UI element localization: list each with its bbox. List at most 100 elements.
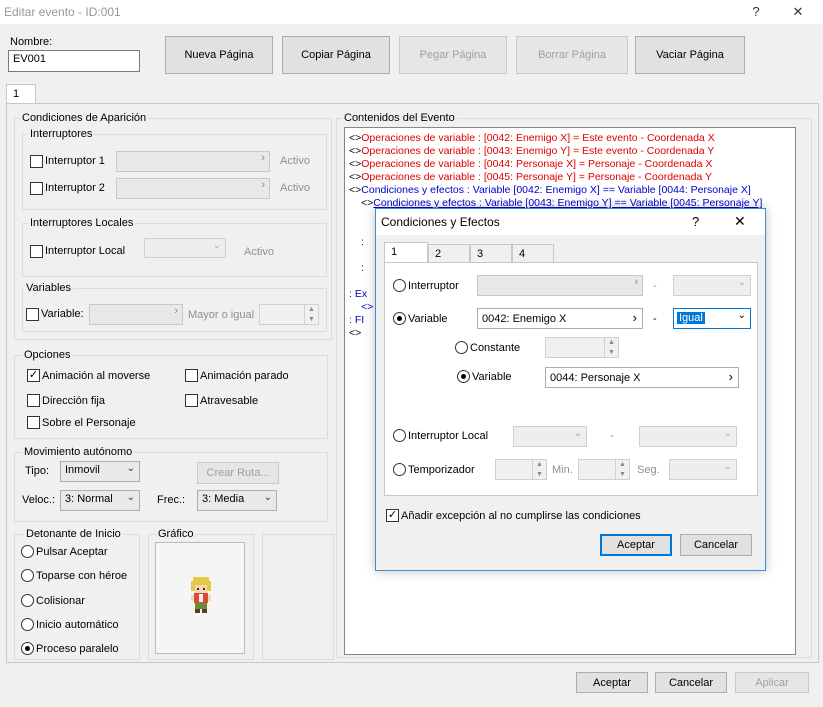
list-item[interactable]: <> xyxy=(361,301,373,313)
switch2-selector[interactable]: › xyxy=(116,178,270,199)
create-route-button[interactable]: Crear Ruta... xyxy=(197,462,279,484)
spin-down-icon[interactable]: ▼ xyxy=(604,347,618,357)
dialog-tab-2[interactable]: 2 xyxy=(428,244,470,262)
apply-button[interactable]: Aplicar xyxy=(735,672,809,693)
local-switch-radio[interactable] xyxy=(393,429,406,442)
name-input[interactable]: EV001 xyxy=(8,50,140,72)
paste-page-button[interactable]: Pegar Página xyxy=(399,36,507,74)
list-item[interactable]: <> xyxy=(349,327,361,339)
trigger-label-2: Colisionar xyxy=(36,595,85,607)
spin-down-icon[interactable]: ▼ xyxy=(304,314,318,324)
variable2-selector-input[interactable]: 0044: Personaje X › xyxy=(545,367,739,388)
switch1-selector[interactable]: › xyxy=(116,151,270,172)
constant-spinner[interactable]: ▲ ▼ xyxy=(545,337,619,358)
step-anim-checkbox[interactable] xyxy=(185,369,198,382)
timer-compare-combo[interactable]: ⌄ xyxy=(669,459,737,480)
list-item[interactable]: : xyxy=(361,236,364,248)
switch2-checkbox[interactable] xyxy=(30,182,43,195)
variable-value-spinner[interactable]: ▲ ▼ xyxy=(259,304,319,325)
trigger-radio-3[interactable] xyxy=(21,618,34,631)
clear-page-button[interactable]: Vaciar Página xyxy=(635,36,745,74)
switch-radio[interactable] xyxy=(393,279,406,292)
dialog-ok-button[interactable]: Aceptar xyxy=(600,534,672,556)
copy-page-button[interactable]: Copiar Página xyxy=(282,36,390,74)
spin-up-icon[interactable]: ▲ xyxy=(304,305,318,315)
spin-down-icon[interactable]: ▼ xyxy=(615,469,629,479)
dialog-close-button[interactable]: ✕ xyxy=(734,213,746,230)
spin-up-icon[interactable]: ▲ xyxy=(532,460,546,470)
timer-sec-spinner[interactable]: ▲ ▼ xyxy=(578,459,630,480)
variable-checkbox[interactable] xyxy=(26,308,39,321)
list-item[interactable]: : FI xyxy=(349,314,364,326)
variable-radio[interactable] xyxy=(393,312,406,325)
type-value: Inmovil xyxy=(65,464,100,476)
title-bar: Editar evento - ID:001 ? ✕ xyxy=(0,0,823,24)
constant-radio[interactable] xyxy=(455,341,468,354)
list-item[interactable]: <>Operaciones de variable : [0044: Perso… xyxy=(349,158,712,170)
local-switch-combo-d[interactable]: ⌄ xyxy=(513,426,587,447)
dialog-cancel-button[interactable]: Cancelar xyxy=(680,534,752,556)
dialog-tab-1[interactable]: 1 xyxy=(384,242,428,262)
chevron-right-icon: › xyxy=(728,369,733,384)
dialog-tab-4[interactable]: 4 xyxy=(512,244,554,262)
spin-down-icon[interactable]: ▼ xyxy=(532,469,546,479)
operator-value: Igual xyxy=(677,312,705,324)
local-switch-state-combo[interactable]: ⌄ xyxy=(639,426,737,447)
above-char-checkbox[interactable] xyxy=(27,416,40,429)
through-checkbox[interactable] xyxy=(185,394,198,407)
cancel-button[interactable]: Cancelar xyxy=(655,672,727,693)
switch-selector[interactable]: › xyxy=(477,275,643,296)
variable-selector[interactable]: › xyxy=(89,304,183,325)
trigger-radio-2[interactable] xyxy=(21,594,34,607)
chevron-down-icon: ⌄ xyxy=(723,428,732,439)
type-combo[interactable]: Inmovil ⌄ xyxy=(60,461,140,482)
dialog-help-button[interactable]: ? xyxy=(692,214,699,229)
walk-anim-checkbox[interactable]: ✓ xyxy=(27,369,40,382)
list-item[interactable]: <>Operaciones de variable : [0045: Perso… xyxy=(349,171,712,183)
chevron-down-icon: ⌄ xyxy=(737,310,746,321)
delete-page-button[interactable]: Borrar Página xyxy=(516,36,628,74)
help-button[interactable]: ? xyxy=(740,2,772,22)
timer-label: Temporizador xyxy=(408,464,475,476)
dialog-tab-3[interactable]: 3 xyxy=(470,244,512,262)
trigger-radio-0[interactable] xyxy=(21,545,34,558)
switch1-checkbox[interactable] xyxy=(30,155,43,168)
trigger-label-1: Toparse con héroe xyxy=(36,570,128,582)
variable-selector-input[interactable]: 0042: Enemigo X › xyxy=(477,308,643,329)
spin-up-icon[interactable]: ▲ xyxy=(604,338,618,348)
local-switch-checkbox[interactable] xyxy=(30,245,43,258)
list-item[interactable]: <>Operaciones de variable : [0042: Enemi… xyxy=(349,132,715,144)
timer-radio[interactable] xyxy=(393,463,406,476)
step-anim-label: Animación parado xyxy=(200,370,289,382)
new-page-button[interactable]: Nueva Página xyxy=(165,36,273,74)
sec-label: Seg. xyxy=(637,464,660,476)
chevron-right-icon: › xyxy=(634,276,638,288)
speed-combo[interactable]: 3: Normal ⌄ xyxy=(60,490,140,511)
timer-min-spinner[interactable]: ▲ ▼ xyxy=(495,459,547,480)
variable-dash: - xyxy=(653,313,657,325)
variable-label: Variable: xyxy=(41,308,84,320)
close-button[interactable]: ✕ xyxy=(782,2,814,22)
list-item[interactable]: : Ex xyxy=(349,288,367,300)
trigger-radio-1[interactable] xyxy=(21,569,34,582)
tab-page-1[interactable]: 1 xyxy=(6,84,36,104)
operator-combo[interactable]: Igual ⌄ xyxy=(673,308,751,329)
switch-state-combo[interactable]: ⌄ xyxy=(673,275,751,296)
else-checkbox[interactable]: ✓ xyxy=(386,509,399,522)
spin-up-icon[interactable]: ▲ xyxy=(615,460,629,470)
line-prefix: <> xyxy=(349,158,362,170)
ok-button[interactable]: Aceptar xyxy=(576,672,648,693)
list-item[interactable]: <>Operaciones de variable : [0043: Enemi… xyxy=(349,145,714,157)
trigger-radio-4[interactable] xyxy=(21,642,34,655)
dir-fix-checkbox[interactable] xyxy=(27,394,40,407)
list-item[interactable]: <>Condiciones y efectos : Variable [0042… xyxy=(349,184,751,196)
type-label: Tipo: xyxy=(25,465,50,477)
freq-value: 3: Media xyxy=(202,493,245,505)
local-switch-combo[interactable]: ⌄ xyxy=(144,238,226,258)
switch-dash: - xyxy=(653,280,657,292)
freq-combo[interactable]: 3: Media ⌄ xyxy=(197,490,277,511)
variable2-radio[interactable] xyxy=(457,370,470,383)
list-item[interactable]: : xyxy=(361,262,364,274)
graphic-preview[interactable] xyxy=(155,542,245,654)
min-label: Min. xyxy=(552,464,573,476)
